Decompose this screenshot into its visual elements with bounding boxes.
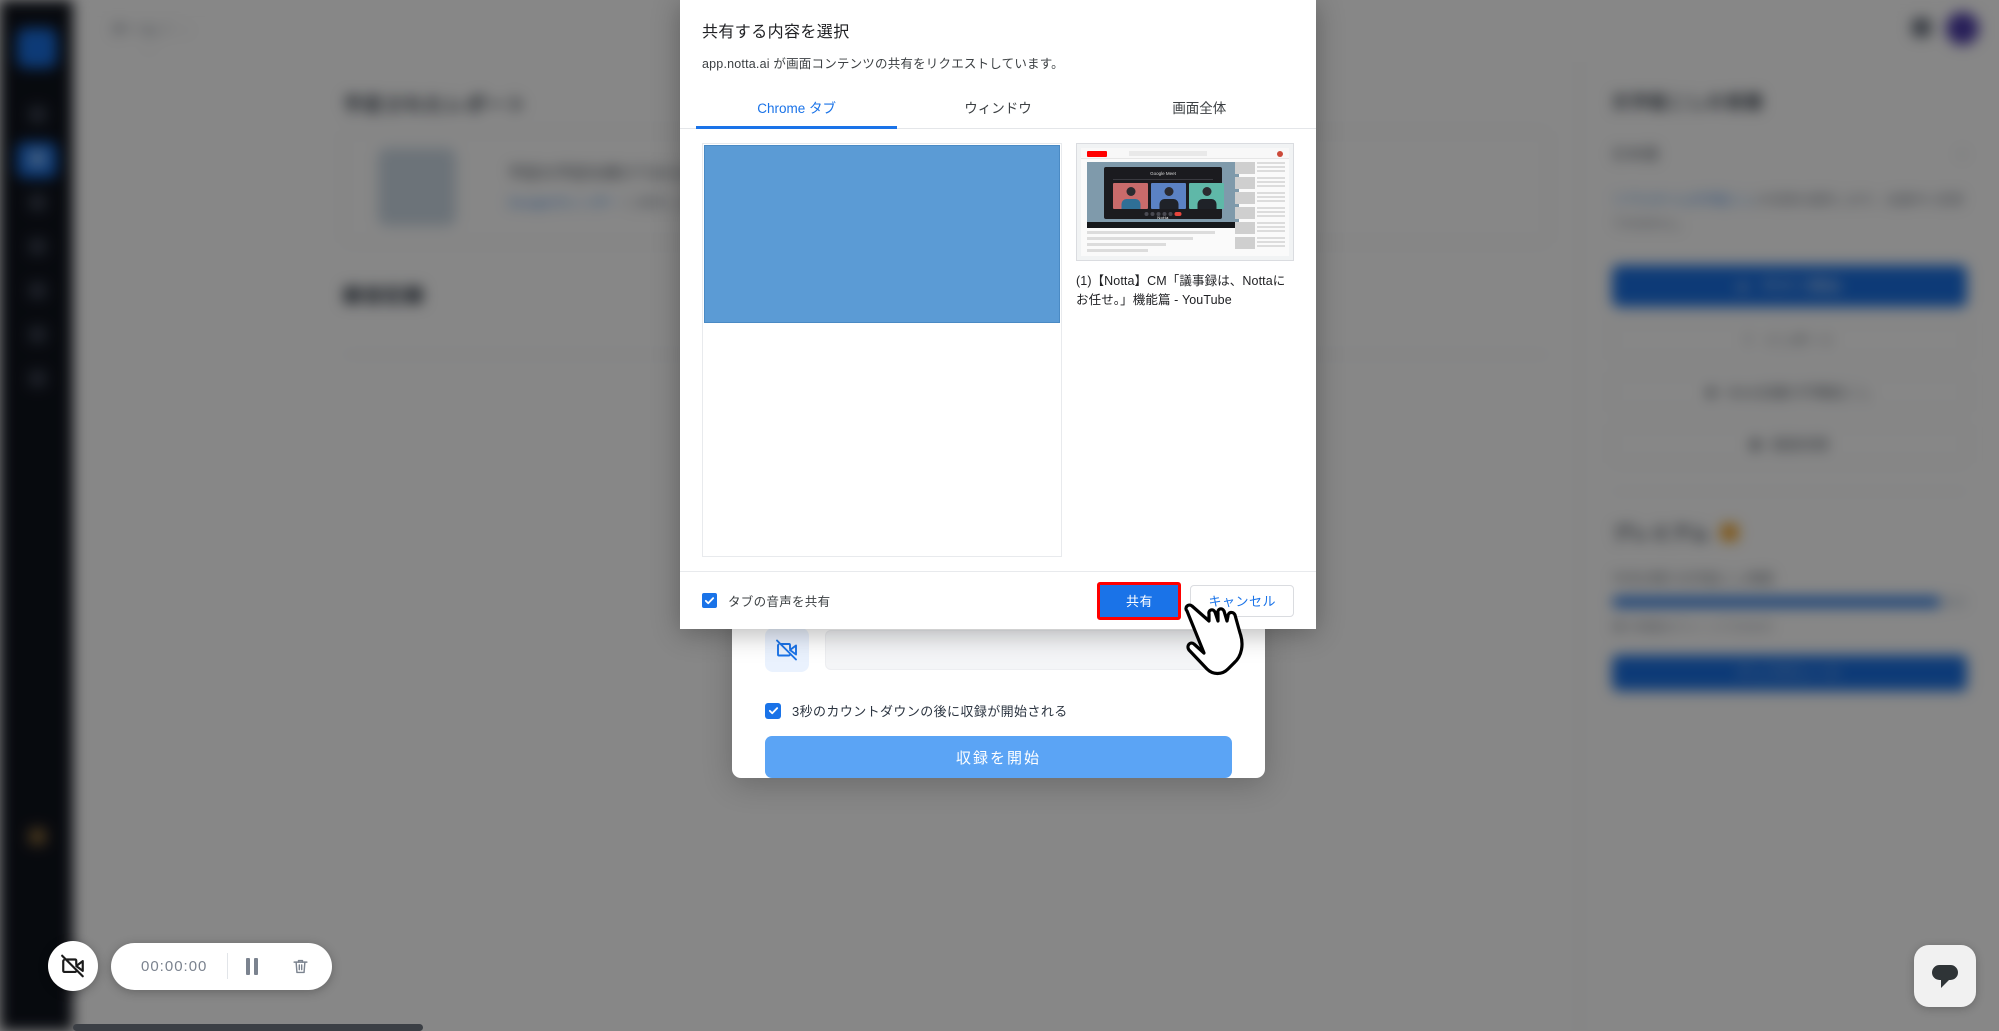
- tab-chrome-tab[interactable]: Chrome タブ: [696, 88, 898, 129]
- tab-list-item-selected[interactable]: [704, 145, 1060, 323]
- dialog-tabs: Chrome タブ ウィンドウ 画面全体: [680, 88, 1316, 129]
- checkbox-box: [702, 593, 717, 608]
- youtube-logo-icon: [1087, 151, 1107, 157]
- horizontal-scrollbar[interactable]: [73, 1024, 423, 1031]
- participant-tile: [1113, 183, 1148, 209]
- cancel-button[interactable]: キャンセル: [1190, 584, 1294, 617]
- participant-tile: [1151, 183, 1186, 209]
- recording-timer: 00:00:00: [141, 957, 208, 975]
- share-button[interactable]: 共有: [1100, 584, 1179, 617]
- share-audio-checkbox[interactable]: タブの音声を共有: [702, 591, 830, 610]
- camera-row: [765, 628, 1232, 672]
- preview-title: (1)【Notta】CM「議事録は、Nottaにお任せ。」機能篇 - YouTu…: [1076, 274, 1286, 308]
- start-recording-button[interactable]: 収録を開始: [765, 736, 1232, 778]
- video-caption: Notta: [1157, 215, 1169, 220]
- preview-thumbnail: Google Meet Notta: [1081, 148, 1289, 256]
- meet-participant-tiles: [1113, 183, 1224, 209]
- checkbox-box: [765, 702, 781, 719]
- countdown-checkbox-label: 3秒のカウントダウンの後に収録が開始される: [792, 704, 1068, 719]
- youtube-player: Google Meet Notta: [1087, 162, 1239, 228]
- trash-icon[interactable]: [276, 946, 324, 986]
- dialog-subtitle: app.notta.ai が画面コンテンツの共有をリクエストしています。: [702, 57, 1064, 71]
- tab-entire-screen[interactable]: 画面全体: [1099, 88, 1300, 128]
- dialog-footer: タブの音声を共有 共有 キャンセル: [680, 571, 1316, 629]
- pause-icon[interactable]: [228, 946, 276, 986]
- camera-off-icon[interactable]: [765, 628, 809, 672]
- tab-window[interactable]: ウィンドウ: [897, 88, 1098, 128]
- participant-tile: [1189, 183, 1224, 209]
- related-videos: [1235, 162, 1285, 252]
- youtube-avatar: [1277, 151, 1283, 157]
- laptop-illustration: Google Meet: [1104, 167, 1224, 219]
- countdown-checkbox[interactable]: 3秒のカウントダウンの後に収録が開始される: [765, 701, 1068, 720]
- share-button-highlight: 共有: [1097, 581, 1182, 620]
- share-audio-label: タブの音声を共有: [728, 595, 831, 609]
- video-controls: [1087, 222, 1239, 228]
- recording-title-input[interactable]: [825, 630, 1232, 670]
- youtube-header: [1081, 148, 1289, 159]
- recorder-pill: 00:00:00: [111, 942, 333, 990]
- share-picker-dialog: 共有する内容を選択 app.notta.ai が画面コンテンツの共有をリクエスト…: [680, 0, 1316, 629]
- google-meet-label: Google Meet: [1150, 171, 1176, 176]
- video-metadata: [1087, 231, 1239, 255]
- dialog-title: 共有する内容を選択: [702, 24, 850, 41]
- chat-bubble-icon[interactable]: [1914, 945, 1976, 1007]
- recorder-toolbar: 00:00:00: [48, 941, 333, 991]
- dialog-body: Google Meet Notta (1)【Notta】CM「議事録は、Nott…: [680, 129, 1316, 557]
- preview-frame: Google Meet Notta: [1076, 143, 1294, 261]
- divider: [1113, 179, 1213, 180]
- camera-off-icon[interactable]: [48, 941, 98, 991]
- tab-list[interactable]: [702, 143, 1062, 557]
- preview-column: Google Meet Notta (1)【Notta】CM「議事録は、Nott…: [1076, 143, 1294, 557]
- youtube-search-bar: [1129, 151, 1207, 156]
